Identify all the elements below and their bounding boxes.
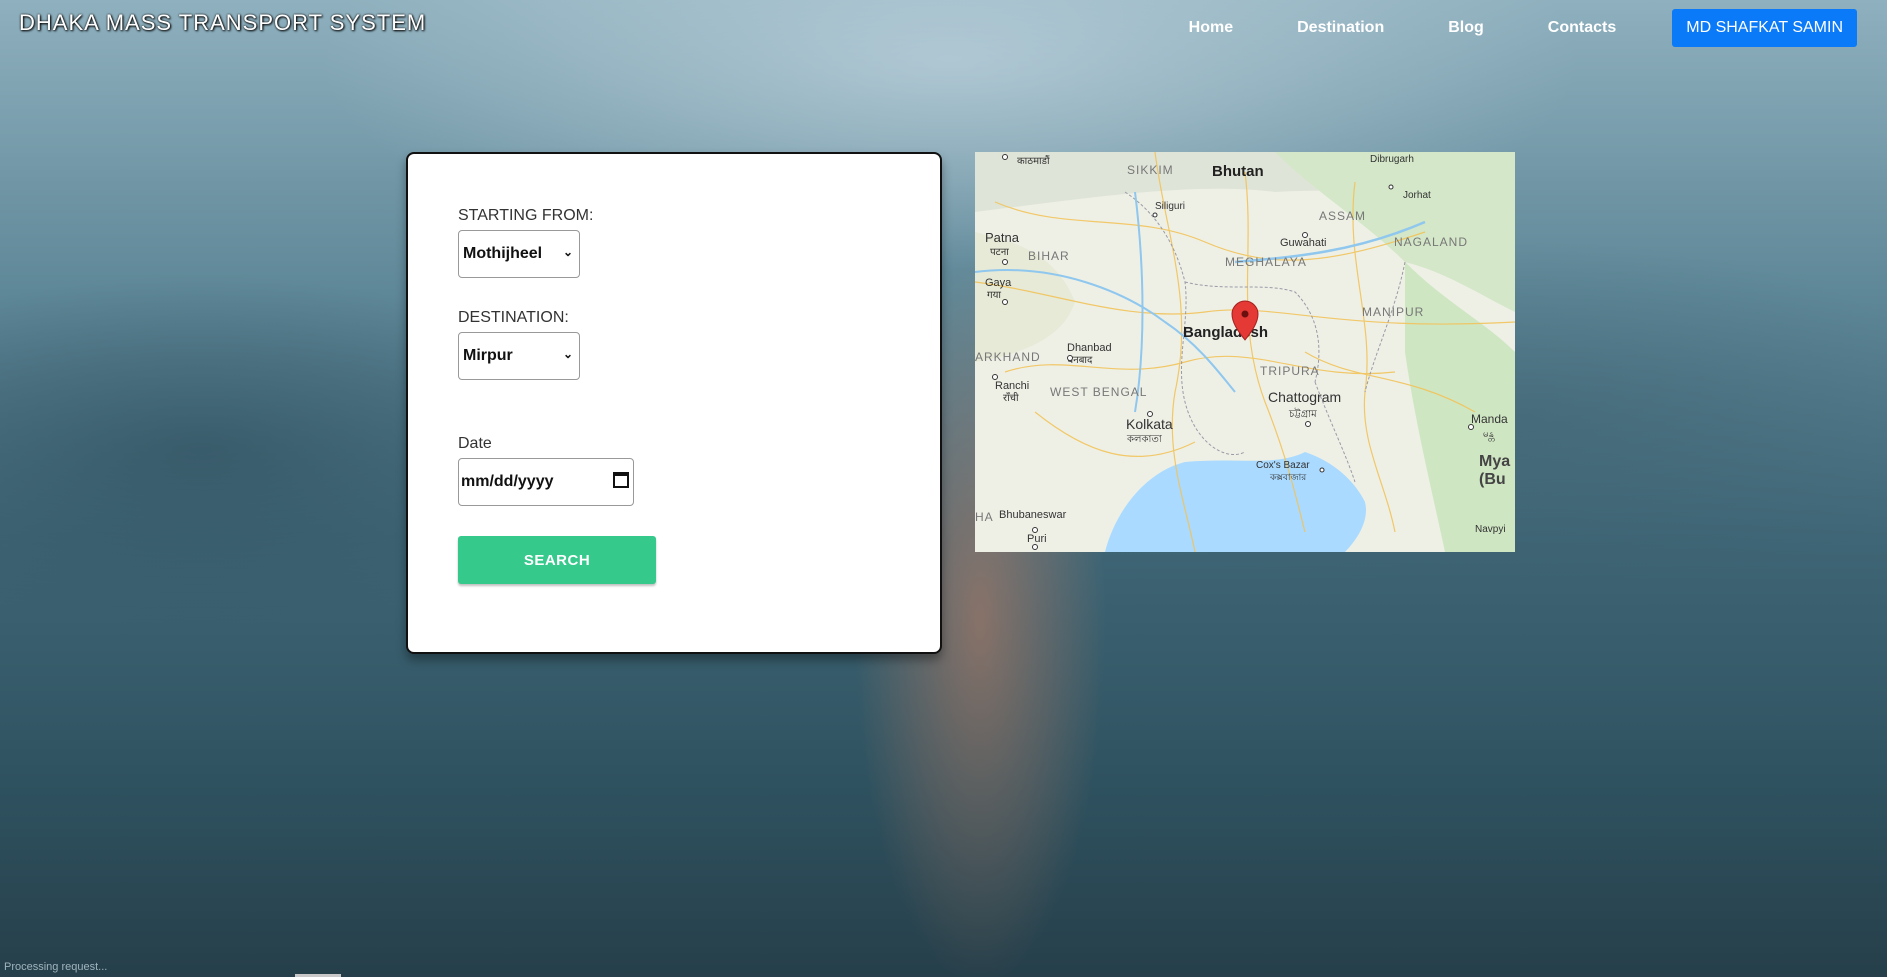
chevron-down-icon: ⌄ xyxy=(562,245,573,259)
map-label-gaya: Gaya xyxy=(985,277,1012,289)
map-label-navpyi: Navpyi xyxy=(1475,524,1506,535)
map-view[interactable]: Bhutan Bangladesh SIKKIM ASSAM NAGALAND … xyxy=(975,152,1515,552)
map-label-nagaland: NAGALAND xyxy=(1394,235,1468,249)
map-label-burma: (Bu xyxy=(1479,471,1506,488)
map-label-chattogram-native: চট্টগ্রাম xyxy=(1288,408,1317,420)
map-label-jharkhand: ARKHAND xyxy=(975,350,1041,364)
nav-home[interactable]: Home xyxy=(1189,19,1233,37)
date-placeholder: mm/dd/yyyy xyxy=(461,473,554,490)
map-label-puri: Puri xyxy=(1027,533,1047,545)
map-label-dibrugarh: Dibrugarh xyxy=(1370,154,1414,165)
map-label-myanmar: Mya xyxy=(1479,453,1510,470)
map-label-guwahati: Guwahati xyxy=(1280,237,1326,249)
map-label-mandalay: Manda xyxy=(1471,412,1508,426)
map-label-chattogram: Chattogram xyxy=(1268,389,1341,405)
map-label-bangladesh: Bangladesh xyxy=(1183,324,1268,341)
map-label-sikkim: SIKKIM xyxy=(1127,163,1174,177)
map-label-kolkata: Kolkata xyxy=(1126,416,1173,432)
map-label-coxs-bazar: Cox's Bazar xyxy=(1256,460,1310,471)
destination-select[interactable]: Mirpur ⌄ xyxy=(458,332,580,380)
map-label-ranchi-native: राँची xyxy=(1003,392,1019,404)
map-label-odisha: HA xyxy=(975,510,994,524)
search-form-card: STARTING FROM: Mothijheel ⌄ DESTINATION:… xyxy=(406,152,942,654)
calendar-icon[interactable] xyxy=(613,472,629,488)
site-title: DHAKA MASS TRANSPORT SYSTEM xyxy=(19,10,427,35)
nav-destination[interactable]: Destination xyxy=(1297,19,1384,37)
date-input[interactable]: mm/dd/yyyy xyxy=(458,458,634,506)
map-label-coxs-bazar-native: কক্সবাজার xyxy=(1269,472,1307,482)
destination-label: DESTINATION: xyxy=(458,309,569,326)
chevron-down-icon: ⌄ xyxy=(562,347,573,361)
map-label-patna-native: पटना xyxy=(990,247,1009,258)
main-nav: Home Destination Blog Contacts MD SHAFKA… xyxy=(1125,0,1857,56)
status-text: Processing request... xyxy=(4,961,108,973)
map-label-bihar: BIHAR xyxy=(1028,249,1070,263)
destination-value: Mirpur xyxy=(463,347,513,364)
starting-from-label: STARTING FROM: xyxy=(458,207,594,224)
map-label-gaya-native: गया xyxy=(987,290,1001,301)
map-label-siliguri: Siliguri xyxy=(1155,201,1185,212)
map-label-tripura: TRIPURA xyxy=(1260,364,1320,378)
search-button[interactable]: SEARCH xyxy=(458,536,656,584)
map-label-patna: Patna xyxy=(985,230,1020,245)
map-label-ranchi: Ranchi xyxy=(995,380,1029,392)
user-account-button[interactable]: MD SHAFKAT SAMIN xyxy=(1672,9,1857,47)
map-label-kathmandu-native: काठमाडौं xyxy=(1017,155,1050,167)
starting-from-select[interactable]: Mothijheel ⌄ xyxy=(458,230,580,278)
nav-blog[interactable]: Blog xyxy=(1448,19,1484,37)
map-label-west-bengal: WEST BENGAL xyxy=(1050,385,1147,399)
map-label-meghalaya: MEGHALAYA xyxy=(1225,255,1307,269)
map-label-jorhat: Jorhat xyxy=(1403,190,1431,201)
map-label-bhutan: Bhutan xyxy=(1212,163,1264,180)
date-label: Date xyxy=(458,435,492,452)
map-label-bhubaneswar: Bhubaneswar xyxy=(999,509,1067,521)
map-label-manipur: MANIPUR xyxy=(1362,305,1424,319)
map-label-assam: ASSAM xyxy=(1319,209,1366,223)
nav-contacts[interactable]: Contacts xyxy=(1548,19,1616,37)
map-label-kolkata-native: কলকাতা xyxy=(1126,434,1163,445)
starting-from-value: Mothijheel xyxy=(463,245,543,262)
map-label-dhanbad: Dhanbad xyxy=(1067,342,1112,354)
